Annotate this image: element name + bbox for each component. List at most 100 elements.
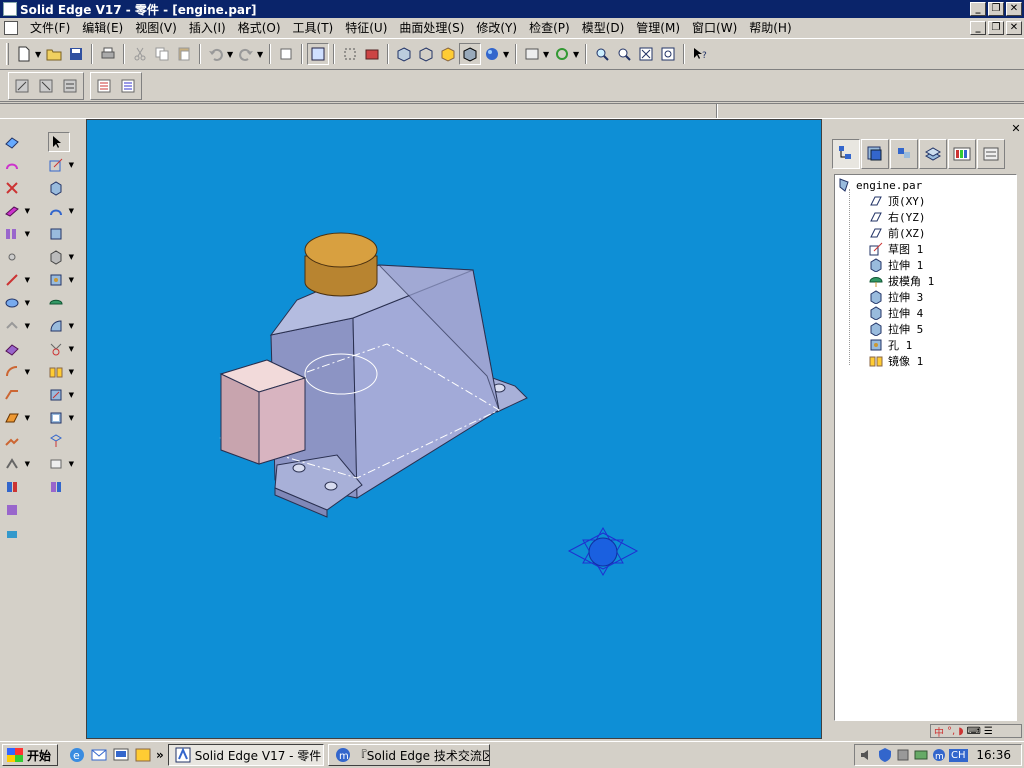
doc-restore-button[interactable]: ❐ [988,21,1004,35]
sketch-tool-3-button[interactable] [59,75,81,97]
menu-surfacing[interactable]: 曲面处理(S) [393,19,470,37]
tree-item-right-plane[interactable]: 右(YZ) [837,209,1014,225]
menu-tools[interactable]: 工具(T) [287,19,340,37]
sketch-button[interactable]: ▼ [48,155,74,175]
add-body-button[interactable] [4,500,30,520]
sketch-tool-1-button[interactable] [11,75,33,97]
document-icon[interactable] [4,21,18,35]
pan-button[interactable] [657,43,679,65]
revolve-button[interactable] [4,155,30,175]
menu-edit[interactable]: 编辑(E) [76,19,129,37]
tab-sensors[interactable] [977,139,1005,169]
model-viewport[interactable] [86,119,822,739]
hole-2-button[interactable]: ▼ [48,270,74,290]
tab-feature-pathfinder[interactable] [832,139,860,169]
tab-sketches[interactable] [919,139,947,169]
save-button[interactable] [65,43,87,65]
tree-root-item[interactable]: engine.par [837,177,1014,193]
minimize-button[interactable]: _ [970,2,986,16]
coordinate-system-button[interactable]: ▼ [48,454,74,474]
tab-family-of-parts[interactable] [948,139,976,169]
ime-width-icon[interactable]: ◗ [958,726,963,737]
render-dropdown-icon[interactable]: ▼ [503,50,511,59]
new-button[interactable] [13,43,35,65]
pattern-button[interactable] [4,431,30,451]
tree-item-front-plane[interactable]: 前(XZ) [837,225,1014,241]
menu-help[interactable]: 帮助(H) [743,19,797,37]
thread-button[interactable]: ▼ [4,270,30,290]
close-button[interactable]: ✕ [1006,2,1022,16]
draft-button[interactable]: ▼ [4,408,30,428]
revolved-cutout-button[interactable]: ▼ [48,247,74,267]
cutout-button[interactable] [4,178,30,198]
pathfinder-close-button[interactable]: ✕ [1010,123,1022,135]
show-desktop-icon[interactable] [112,746,130,764]
rotate-button[interactable] [551,43,573,65]
menu-insert[interactable]: 插入(I) [183,19,232,37]
toolbar-handle[interactable] [6,43,9,65]
revolved-protrusion-button[interactable]: ▼ [48,201,74,221]
antivirus-shield-icon[interactable] [877,747,893,763]
web-network-button[interactable] [4,339,30,359]
pattern-2-dropdown-icon[interactable]: ▼ [69,391,74,399]
thin-region-button[interactable]: ▼ [48,408,74,428]
fit-button[interactable] [635,43,657,65]
menu-features[interactable]: 特征(U) [339,19,393,37]
ref-plane-button[interactable] [48,431,74,451]
menu-view[interactable]: 视图(V) [129,19,183,37]
relations-dropdown-icon[interactable]: ▼ [69,345,74,353]
sweep-dropdown-icon[interactable]: ▼ [25,207,30,215]
undo-dropdown-icon[interactable]: ▼ [227,50,235,59]
undo-button[interactable] [205,43,227,65]
layer-tool-1-button[interactable] [93,75,115,97]
menu-window[interactable]: 窗口(W) [686,19,743,37]
tree-item-draft-1[interactable]: 拔模角 1 [837,273,1014,289]
sketch-dropdown-icon[interactable]: ▼ [69,161,74,169]
volume-icon[interactable] [859,747,875,763]
coordinate-triad[interactable] [567,526,639,577]
mirror-2-dropdown-icon[interactable]: ▼ [69,368,74,376]
render-button[interactable] [481,43,503,65]
tree-item-extrude-3[interactable]: 拉伸 3 [837,289,1014,305]
tab-layers[interactable] [861,139,889,169]
paste-button[interactable] [173,43,195,65]
menu-manage[interactable]: 管理(M) [630,19,686,37]
layer-tool-2-button[interactable] [117,75,139,97]
doc-minimize-button[interactable]: _ [970,21,986,35]
restore-button[interactable]: ❐ [988,2,1004,16]
properties-button[interactable] [275,43,297,65]
mirror-dropdown-icon[interactable]: ▼ [25,460,30,468]
rib-button[interactable]: ▼ [4,316,30,336]
rib-dropdown-icon[interactable]: ▼ [25,322,30,330]
revolved-cutout-dropdown-icon[interactable]: ▼ [69,253,74,261]
thin-wall-button[interactable] [4,477,30,497]
new-dropdown-icon[interactable]: ▼ [35,50,43,59]
sketch-tool-2-button[interactable] [35,75,57,97]
menu-file[interactable]: 文件(F) [24,19,76,37]
ime-menu-icon[interactable]: ☰ [984,726,993,737]
tree-item-extrude-5[interactable]: 拉伸 5 [837,321,1014,337]
draft-2-button[interactable] [48,293,74,313]
messenger-icon[interactable]: m [931,747,947,763]
record-button[interactable] [361,43,383,65]
extrude-button[interactable] [48,178,74,198]
loft-button[interactable]: ▼ [4,224,30,244]
tree-item-mirror-1[interactable]: 镜像 1 [837,353,1014,369]
wireframe-view-button[interactable] [415,43,437,65]
tree-item-sketch-1[interactable]: 草图 1 [837,241,1014,257]
tree-item-extrude-4[interactable]: 拉伸 4 [837,305,1014,321]
loft-dropdown-icon[interactable]: ▼ [25,230,30,238]
view-orient-dropdown-icon[interactable]: ▼ [543,50,551,59]
tree-item-extrude-1[interactable]: 拉伸 1 [837,257,1014,273]
thin-region-dropdown-icon[interactable]: ▼ [69,414,74,422]
round-2-button[interactable]: ▼ [48,316,74,336]
part-model-view[interactable] [87,120,822,739]
thread-dropdown-icon[interactable]: ▼ [25,276,30,284]
coord-dropdown-icon[interactable]: ▼ [69,460,74,468]
quick-launch-more[interactable]: » [156,748,164,762]
media-player-icon[interactable] [134,746,152,764]
outlook-express-icon[interactable] [90,746,108,764]
task-forum-browser[interactable]: m 『Solid Edge 技术交流区... [327,744,490,766]
round-dropdown-icon[interactable]: ▼ [25,368,30,376]
solid-edge-app-icon[interactable] [3,2,17,16]
